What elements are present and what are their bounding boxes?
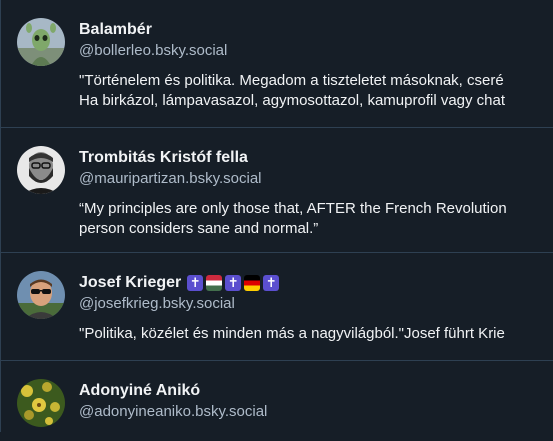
user-handle: @josefkrieg.bsky.social [79, 295, 235, 312]
list-item-user-balamber[interactable]: Balambér @bollerleo.bsky.social "Történe… [1, 0, 553, 128]
cross-icon: ✝ [187, 275, 204, 291]
bio-line: “My principles are only those that, AFTE… [79, 200, 507, 217]
bio-line: "Politika, közélet és minden más a nagyv… [79, 325, 505, 342]
user-handle: @bollerleo.bsky.social [79, 42, 228, 59]
bio-line: person considers sane and normal.” [79, 220, 319, 237]
bearded-man-avatar-icon[interactable] [17, 146, 65, 194]
user-list: Balambér @bollerleo.bsky.social "Történe… [0, 0, 553, 432]
user-display-name: Trombitás Kristóf fella [79, 149, 248, 166]
user-handle: @adonyineaniko.bsky.social [79, 403, 268, 420]
germany-flag-icon [244, 275, 261, 291]
bio-line: Ha birkázol, lámpavasazol, agymosottazol… [79, 92, 506, 109]
user-bio: “My principles are only those that, AFTE… [79, 199, 553, 239]
user-display-name-row: Josef Krieger ✝ ✝ ✝ [79, 273, 282, 295]
user-display-name: Balambér [79, 21, 152, 38]
alien-avatar-icon[interactable] [17, 18, 65, 66]
user-display-name: Adonyiné Anikó [79, 382, 201, 399]
user-display-name: Josef Krieger [79, 274, 182, 291]
sunglasses-man-avatar-icon[interactable] [17, 271, 65, 319]
list-item-user-adonyine[interactable]: Adonyiné Anikó @adonyineaniko.bsky.socia… [1, 361, 553, 441]
cross-icon: ✝ [263, 275, 280, 291]
hungary-flag-icon [206, 275, 223, 291]
user-handle: @mauripartizan.bsky.social [79, 170, 262, 187]
list-item-user-josef[interactable]: Josef Krieger ✝ ✝ ✝ @josefkrieg.bsky.social… [1, 253, 553, 361]
flowers-avatar-icon[interactable] [17, 379, 65, 427]
cross-icon: ✝ [225, 275, 242, 291]
badge-group: ✝ ✝ ✝ [187, 275, 282, 295]
user-bio: "Politika, közélet és minden más a nagyv… [79, 324, 553, 344]
list-item-user-trombitas[interactable]: Trombitás Kristóf fella @mauripartizan.b… [1, 128, 553, 253]
bio-line: "Történelem és politika. Megadom a tiszt… [79, 72, 504, 89]
user-bio: "Történelem és politika. Megadom a tiszt… [79, 71, 553, 111]
